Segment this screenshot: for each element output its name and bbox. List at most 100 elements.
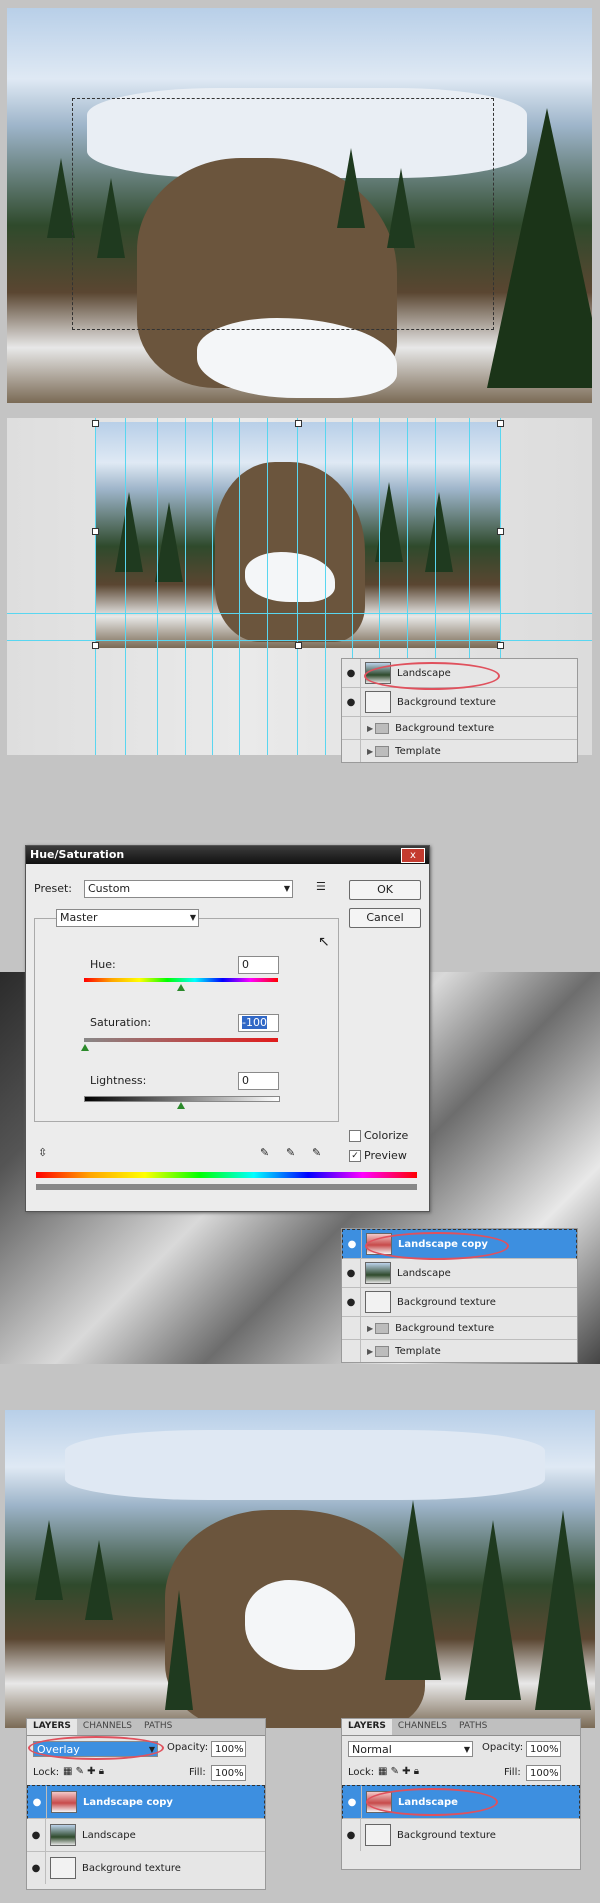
- preset-label: Preset:: [34, 882, 73, 895]
- tab-layers[interactable]: LAYERS: [27, 1719, 77, 1735]
- opacity-input[interactable]: 100%: [211, 1741, 246, 1757]
- tab-paths[interactable]: PATHS: [453, 1719, 493, 1735]
- lightness-knob[interactable]: [177, 1102, 185, 1109]
- colorize-label: Colorize: [364, 1129, 409, 1142]
- eyedropper-minus-icon[interactable]: ✎: [312, 1146, 321, 1159]
- result-spectrum-bar: [36, 1184, 417, 1190]
- fill-input[interactable]: 100%: [211, 1765, 246, 1781]
- folder-icon: [375, 1322, 390, 1334]
- layer-name: Background texture: [395, 1322, 495, 1334]
- eyedropper-icon[interactable]: ✎: [260, 1146, 269, 1159]
- chevron-down-icon: ▼: [463, 1745, 470, 1754]
- preset-options-icon[interactable]: ☰: [316, 880, 326, 893]
- expand-arrow-icon[interactable]: ▶: [367, 1347, 373, 1356]
- eye-icon[interactable]: ●: [28, 1786, 47, 1818]
- preset-value: Custom: [88, 882, 131, 895]
- layer-name: Background texture: [82, 1862, 181, 1874]
- targeted-adjustment-icon[interactable]: ⇳: [38, 1146, 47, 1159]
- eye-icon[interactable]: ●: [27, 1819, 46, 1851]
- colorize-checkbox[interactable]: [349, 1130, 361, 1142]
- preview-label: Preview: [364, 1149, 407, 1162]
- folder-icon: [375, 722, 390, 734]
- blend-mode-select[interactable]: Normal ▼: [348, 1741, 473, 1757]
- layer-group-row[interactable]: ▶ Background texture: [342, 1317, 577, 1340]
- expand-arrow-icon[interactable]: ▶: [367, 1324, 373, 1333]
- lock-icons[interactable]: ▦ ✎ ✚ 🔒︎: [378, 1766, 419, 1777]
- layer-row[interactable]: ● Landscape: [342, 1259, 577, 1288]
- eyedropper-plus-icon[interactable]: ✎: [286, 1146, 295, 1159]
- eye-icon[interactable]: ●: [27, 1852, 46, 1884]
- layer-row[interactable]: ● Landscape: [27, 1819, 265, 1852]
- eye-icon[interactable]: ●: [342, 1288, 361, 1316]
- eye-icon[interactable]: ●: [343, 1786, 362, 1818]
- expand-arrow-icon[interactable]: ▶: [367, 747, 373, 756]
- lock-icons[interactable]: ▦ ✎ ✚ 🔒︎: [63, 1766, 104, 1777]
- fill-label: Fill:: [504, 1767, 521, 1778]
- saturation-knob[interactable]: [81, 1044, 89, 1051]
- saturation-slider[interactable]: [84, 1038, 278, 1042]
- layer-name: Template: [395, 745, 441, 757]
- layer-thumbnail: [365, 1824, 391, 1846]
- hue-saturation-dialog: Hue/Saturation x Preset: Custom ▼ ☰ OK C…: [25, 845, 430, 1212]
- lightness-input[interactable]: 0: [238, 1072, 279, 1090]
- ok-button[interactable]: OK: [349, 880, 421, 900]
- layer-thumbnail: [365, 1262, 391, 1284]
- layer-row[interactable]: ● Background texture: [342, 1288, 577, 1317]
- layer-row[interactable]: ● Background texture: [342, 688, 577, 717]
- eye-icon[interactable]: ●: [343, 1230, 362, 1258]
- final-photo: [5, 1410, 595, 1728]
- visibility-box[interactable]: [342, 740, 361, 762]
- layer-name: Landscape: [397, 1267, 451, 1279]
- tab-paths[interactable]: PATHS: [138, 1719, 178, 1735]
- fill-label: Fill:: [189, 1767, 206, 1778]
- preview-checkbox[interactable]: ✓: [349, 1150, 361, 1162]
- layer-row-selected[interactable]: ● Landscape copy: [27, 1785, 265, 1819]
- tab-layers[interactable]: LAYERS: [342, 1719, 392, 1735]
- hue-slider[interactable]: [84, 978, 278, 982]
- layer-thumbnail: [51, 1791, 77, 1813]
- layer-name: Background texture: [397, 1829, 496, 1841]
- highlight-oval: [366, 1788, 498, 1816]
- eye-icon[interactable]: ●: [342, 659, 361, 687]
- eye-icon[interactable]: ●: [342, 1259, 361, 1287]
- opacity-input[interactable]: 100%: [526, 1741, 561, 1757]
- eye-icon[interactable]: ●: [342, 688, 361, 716]
- highlight-oval: [365, 1232, 509, 1260]
- layer-group-row[interactable]: ▶ Template: [342, 1340, 577, 1362]
- layer-thumbnail: [365, 691, 391, 713]
- tab-channels[interactable]: CHANNELS: [77, 1719, 138, 1735]
- hue-input[interactable]: 0: [238, 956, 279, 974]
- expand-arrow-icon[interactable]: ▶: [367, 724, 373, 733]
- folder-icon: [375, 1345, 390, 1357]
- layer-thumbnail: [50, 1824, 76, 1846]
- visibility-box[interactable]: [342, 717, 361, 739]
- cursor-icon: ↖: [318, 934, 330, 950]
- layer-row[interactable]: ● Background texture: [342, 1819, 580, 1851]
- chevron-down-icon: ▼: [283, 884, 290, 893]
- eye-icon[interactable]: ●: [342, 1819, 361, 1851]
- hue-label: Hue:: [90, 958, 116, 971]
- preset-select[interactable]: Custom ▼: [84, 880, 293, 898]
- channel-value: Master: [60, 911, 98, 924]
- layer-row[interactable]: ● Background texture: [27, 1852, 265, 1884]
- fill-input[interactable]: 100%: [526, 1765, 561, 1781]
- marquee-selection: [72, 98, 494, 330]
- cancel-button[interactable]: Cancel: [349, 908, 421, 928]
- saturation-input[interactable]: -100: [238, 1014, 279, 1032]
- tab-channels[interactable]: CHANNELS: [392, 1719, 453, 1735]
- close-button[interactable]: x: [401, 848, 425, 863]
- layer-name: Background texture: [397, 696, 496, 708]
- layer-name: Landscape: [82, 1829, 136, 1841]
- highlight-oval: [364, 662, 500, 690]
- layer-name: Template: [395, 1345, 441, 1357]
- lock-label: Lock:: [348, 1767, 375, 1778]
- visibility-box[interactable]: [342, 1317, 361, 1339]
- channel-select[interactable]: Master ▼: [56, 909, 199, 927]
- layer-group-row[interactable]: ▶ Background texture: [342, 717, 577, 740]
- layer-group-row[interactable]: ▶ Template: [342, 740, 577, 762]
- highlight-oval: [28, 1736, 164, 1760]
- visibility-box[interactable]: [342, 1340, 361, 1362]
- landscape-photo-1: [7, 8, 592, 403]
- chevron-down-icon: ▼: [189, 913, 196, 922]
- hue-knob[interactable]: [177, 984, 185, 991]
